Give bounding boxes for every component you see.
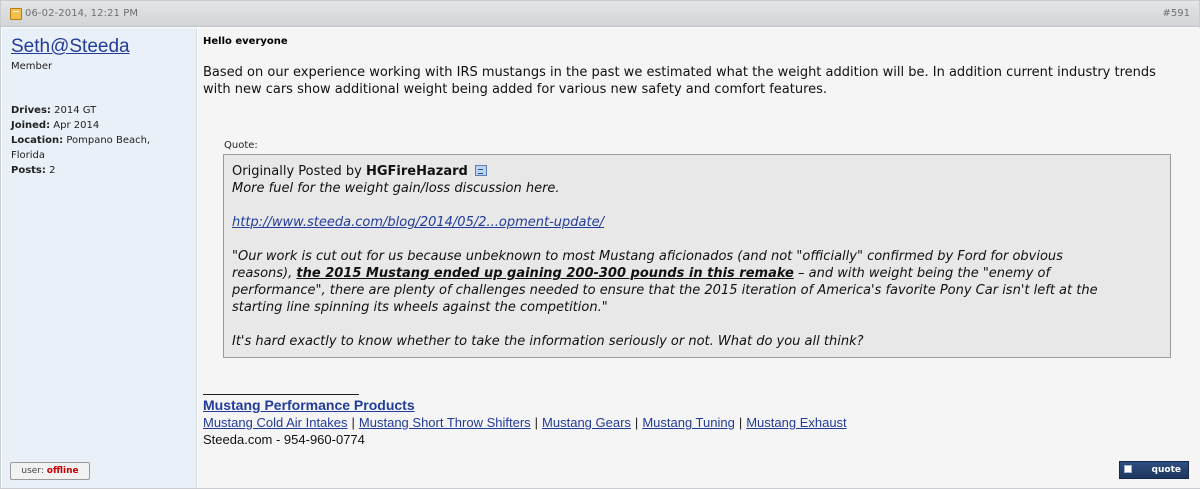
quote-label: Quote: [224,140,258,151]
quoted-url-link[interactable]: http://www.steeda.com/blog/2014/05/2...o… [232,215,604,230]
user-title: Member [11,61,53,72]
drives-label: Drives: [11,105,51,116]
user-location: Location: Pompano Beach, Florida [11,133,181,163]
quote-emphasis: the 2015 Mustang ended up gaining 200-30… [296,266,794,281]
message-panel: Hello everyone Based on our experience w… [198,28,1200,488]
quote-para-line-2: reasons), the 2015 Mustang ended up gain… [232,265,1050,282]
signature-contact: Steeda.com - 954-960-0774 [203,432,365,447]
location-label: Location: [11,135,64,146]
quote-icon [1124,465,1132,473]
sig-separator: | [634,415,639,430]
post-body: Based on our experience working with IRS… [203,65,1156,97]
username-link[interactable]: Seth@Steeda [11,36,130,58]
quote-closing: It's hard exactly to know whether to tak… [232,334,864,349]
posted-by-label: Originally Posted by [232,164,362,179]
forum-post: 06-02-2014, 12:21 PM #591 Seth@Steeda Me… [0,0,1200,489]
quote-button-label: quote [1151,465,1181,475]
user-details: Drives: 2014 GT Joined: Apr 2014 Locatio… [11,103,181,178]
sig-separator: | [351,415,355,430]
quote-para-line-1: "Our work is cut out for us because unbe… [232,249,1063,264]
quote-block: Originally Posted by HGFireHazard More f… [223,154,1171,358]
posts-value: 2 [49,165,56,176]
post-title: Hello everyone [203,36,288,47]
quote-para-line-3: performance", there are plenty of challe… [232,283,1098,298]
quote-para-line-4: starting line spinning its wheels agains… [232,300,608,315]
joined-value: Apr 2014 [53,120,100,131]
post-date: 06-02-2014, 12:21 PM [25,8,139,19]
posts-label: Posts: [11,165,46,176]
post-number-link[interactable]: #591 [1163,8,1190,19]
user-joined: Joined: Apr 2014 [11,118,181,133]
user-posts: Posts: 2 [11,163,181,178]
view-post-icon[interactable] [474,165,487,176]
user-drives: Drives: 2014 GT [11,103,181,118]
post-header: 06-02-2014, 12:21 PM #591 [1,1,1199,27]
sig-separator: | [738,415,743,430]
drives-value: 2014 GT [54,105,97,116]
joined-label: Joined: [11,120,51,131]
signature-title-link[interactable]: Mustang Performance Products [203,397,415,413]
quote-link-line: http://www.steeda.com/blog/2014/05/2...o… [232,214,604,231]
quote-attribution: Originally Posted by HGFireHazard [232,163,487,180]
sig-link-gears[interactable]: Mustang Gears [542,415,631,430]
sig-link-short-throw-shifters[interactable]: Mustang Short Throw Shifters [359,415,531,430]
user-status-badge[interactable]: user: offline [10,462,90,480]
quote-para-line-2-pre: reasons), [232,266,297,281]
quote-author: HGFireHazard [365,164,468,179]
post-status-icon [10,8,22,20]
sig-separator: | [534,415,539,430]
quote-para-line-2-post: – and with weight being the "enemy of [793,266,1051,281]
signature-links: Mustang Cold Air Intakes | Mustang Short T… [203,415,847,430]
quote-button[interactable]: quote [1119,461,1189,479]
user-info-panel: Seth@Steeda Member Drives: 2014 GT Joine… [2,28,197,488]
sig-link-exhaust[interactable]: Mustang Exhaust [746,415,846,430]
sig-link-tuning[interactable]: Mustang Tuning [642,415,735,430]
signature-divider [203,394,359,395]
status-prefix: user: [21,466,44,476]
status-value: offline [46,466,79,476]
quote-intro: More fuel for the weight gain/loss discu… [232,181,560,196]
sig-link-cold-air-intakes[interactable]: Mustang Cold Air Intakes [203,415,348,430]
